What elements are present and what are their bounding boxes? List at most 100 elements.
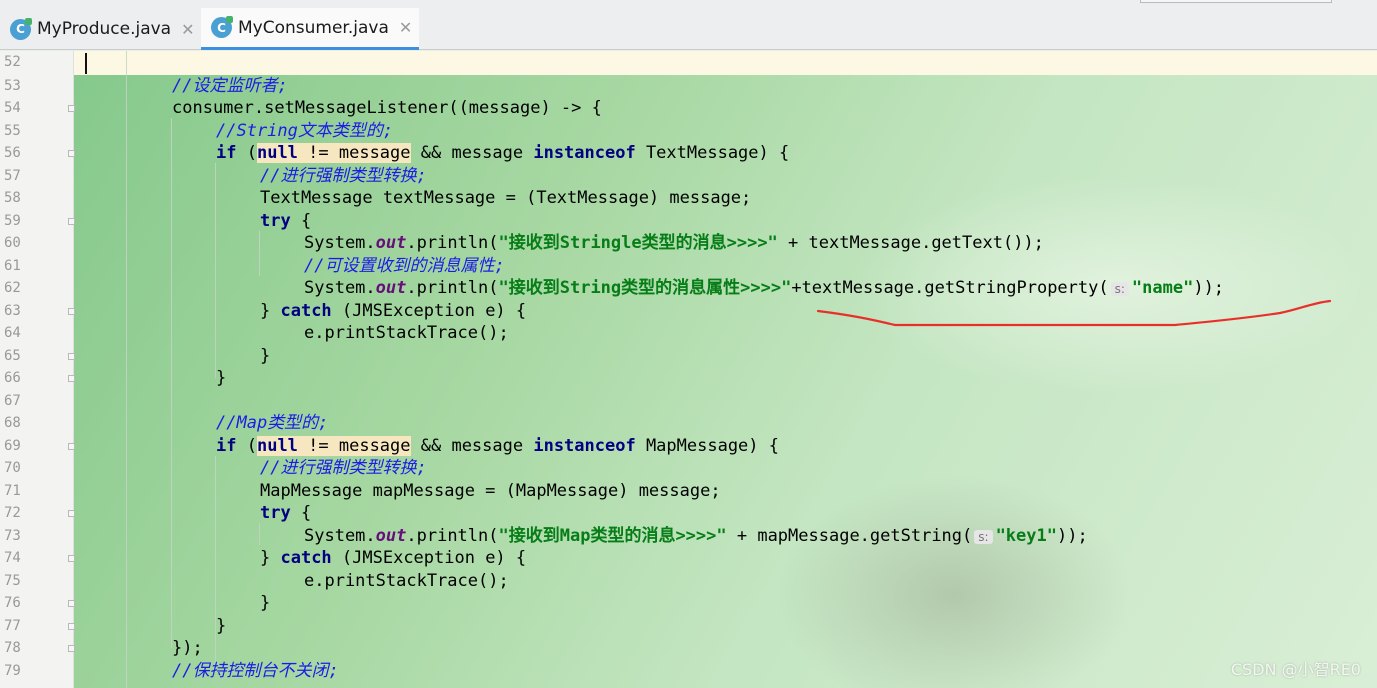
keyword-token: if <box>216 143 237 164</box>
string-token: "接收到String类型的消息属性>>>>" <box>498 278 792 299</box>
code-line[interactable]: 73 System.out.println("接收到Map类型的消息>>>>" +… <box>0 525 1377 548</box>
tab-myproduce[interactable]: C MyProduce.java ✕ <box>0 8 196 50</box>
code-text: //可设置收到的消息属性; <box>304 255 505 278</box>
code-text: //保持控制台不关闭; <box>172 660 339 683</box>
code-line[interactable]: 75 e.printStackTrace(); <box>0 570 1377 593</box>
code-text: e.printStackTrace(); <box>304 570 509 593</box>
fold-marker-icon[interactable] <box>68 622 75 630</box>
code-line[interactable]: 52 <box>0 51 1377 74</box>
code-line[interactable]: 59 try { <box>0 210 1377 233</box>
code-editor[interactable]: 52 53 //设定监听者; 54 consumer.setMessageListene… <box>0 51 1377 688</box>
code-token: } <box>260 345 271 366</box>
fold-marker-icon[interactable] <box>68 217 75 225</box>
code-token: System. <box>304 525 376 546</box>
code-token: + textMessage.getText()); <box>777 233 1044 254</box>
code-line[interactable]: 56 if (null != message && message instanc… <box>0 142 1377 165</box>
fold-marker-icon[interactable] <box>68 307 75 315</box>
code-text: } <box>216 615 226 638</box>
code-token: (JMSException e) { <box>331 300 527 321</box>
tab-myconsumer[interactable]: C MyConsumer.java ✕ <box>201 8 419 50</box>
code-token: .println( <box>406 525 499 546</box>
code-line[interactable]: 53 //设定监听者; <box>0 75 1377 98</box>
code-token: }); <box>172 638 203 659</box>
line-number: 63 <box>4 302 21 319</box>
text-caret <box>85 53 87 74</box>
comment-token: //进行强制类型转换; <box>260 165 427 186</box>
code-line[interactable]: 68 //Map类型的; <box>0 412 1377 435</box>
keyword-token: instanceof <box>533 435 636 456</box>
code-token: )); <box>1056 525 1088 546</box>
code-line[interactable]: 78}); <box>0 637 1377 660</box>
code-text: } <box>260 345 270 368</box>
parameter-hint: s: <box>1110 282 1129 297</box>
code-line[interactable]: 77} <box>0 615 1377 638</box>
code-line[interactable]: 65} <box>0 345 1377 368</box>
code-line[interactable]: 61 //可设置收到的消息属性; <box>0 255 1377 278</box>
fold-marker-icon[interactable] <box>68 150 75 158</box>
fold-marker-icon[interactable] <box>68 375 75 383</box>
code-text: } catch (JMSException e) { <box>260 300 526 323</box>
line-number: 77 <box>4 617 21 634</box>
code-line[interactable]: 67 <box>0 390 1377 413</box>
code-line[interactable]: 54 consumer.setMessageListener((message) … <box>0 97 1377 120</box>
line-number: 56 <box>4 145 21 162</box>
line-number: 79 <box>4 662 21 679</box>
code-line[interactable]: 64 e.printStackTrace(); <box>0 322 1377 345</box>
field-token: out <box>375 278 407 299</box>
code-line[interactable]: 71 MapMessage mapMessage = (MapMessage) m… <box>0 480 1377 503</box>
code-text: } <box>260 592 270 615</box>
keyword-token: try <box>260 503 291 524</box>
code-line[interactable]: 74} catch (JMSException e) { <box>0 547 1377 570</box>
code-line[interactable]: 63 } catch (JMSException e) { <box>0 300 1377 323</box>
fold-marker-icon[interactable] <box>68 442 75 450</box>
code-line[interactable]: 72 try { <box>0 502 1377 525</box>
code-line[interactable]: 79 //保持控制台不关闭; <box>0 660 1377 683</box>
code-line[interactable]: 66} <box>0 367 1377 390</box>
line-number: 72 <box>4 505 21 522</box>
fold-marker-icon[interactable] <box>68 510 75 518</box>
code-line[interactable]: 57 //进行强制类型转换; <box>0 165 1377 188</box>
tab-label: MyProduce.java <box>37 19 172 39</box>
code-text: MapMessage mapMessage = (MapMessage) mes… <box>260 480 721 503</box>
code-line[interactable]: 60 System.out.println("接收到Stringle类型的消息>>… <box>0 232 1377 255</box>
code-line[interactable]: 62 System.out.println("接收到String类型的消息属性>>… <box>0 277 1377 300</box>
code-text: //设定监听者; <box>172 75 288 98</box>
code-text: System.out.println("接收到Stringle类型的消息>>>>… <box>304 232 1044 255</box>
fold-marker-icon[interactable] <box>68 105 75 113</box>
line-number: 65 <box>4 347 21 364</box>
close-icon[interactable]: ✕ <box>399 18 412 37</box>
code-text: try { <box>260 502 311 525</box>
comment-token: //设定监听者; <box>172 75 288 96</box>
code-token: { <box>290 210 312 231</box>
code-token: + mapMessage.getString( <box>726 525 973 546</box>
fold-marker-icon[interactable] <box>68 555 75 563</box>
code-token: (JMSException e) { <box>331 548 527 569</box>
line-number: 61 <box>4 257 21 274</box>
comment-token: //可设置收到的消息属性; <box>304 255 505 276</box>
code-text: }); <box>172 637 203 660</box>
code-text: } catch (JMSException e) { <box>260 547 526 570</box>
string-token: "key1" <box>995 525 1057 546</box>
line-number: 71 <box>4 482 21 499</box>
code-line[interactable]: 58 TextMessage textMessage = (TextMessage… <box>0 187 1377 210</box>
code-line[interactable]: 55 //String文本类型的; <box>0 120 1377 143</box>
usage-highlight: null != message <box>256 435 411 456</box>
line-number: 69 <box>4 437 21 454</box>
fold-marker-icon[interactable] <box>68 352 75 360</box>
code-text: e.printStackTrace(); <box>304 322 509 345</box>
code-line[interactable]: 69 if (null != message && message instanc… <box>0 435 1377 458</box>
code-text: TextMessage textMessage = (TextMessage) … <box>260 187 751 210</box>
code-line[interactable]: 70 //进行强制类型转换; <box>0 457 1377 480</box>
close-icon[interactable]: ✕ <box>181 20 194 39</box>
line-number: 70 <box>4 460 21 477</box>
java-class-icon: C <box>211 16 233 38</box>
code-token: e.printStackTrace(); <box>304 570 509 591</box>
code-token: } <box>260 300 281 321</box>
fold-marker-icon[interactable] <box>68 600 75 608</box>
watermark: CSDN @小智RE0 <box>1230 660 1361 679</box>
code-token: e.printStackTrace(); <box>304 323 509 344</box>
parameter-hint: s: <box>974 529 993 544</box>
tab-label: MyConsumer.java <box>238 17 389 38</box>
code-line[interactable]: 76} <box>0 592 1377 615</box>
fold-marker-icon[interactable] <box>68 645 75 653</box>
